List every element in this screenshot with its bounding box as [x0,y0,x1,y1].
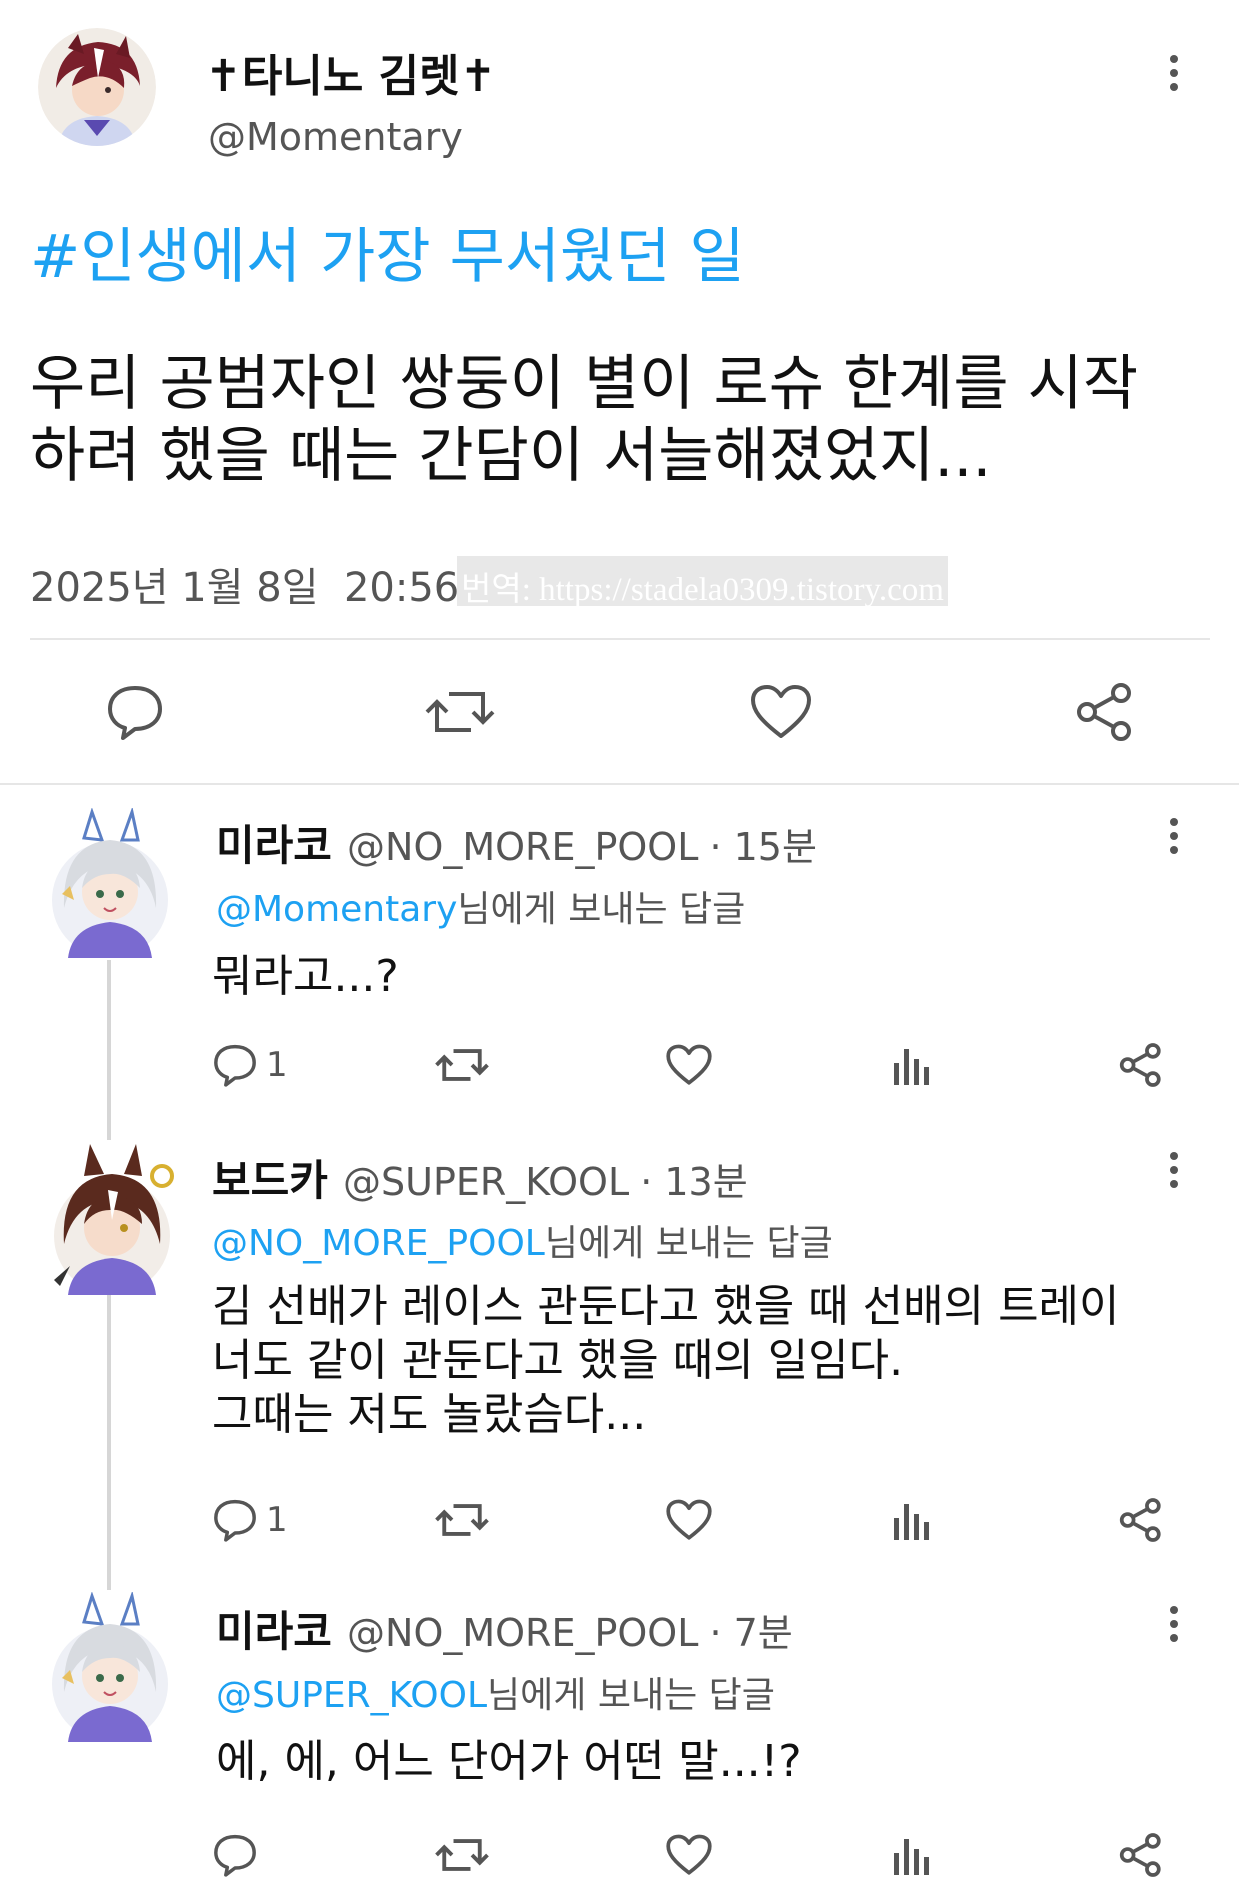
share-icon [1077,683,1131,741]
display-name[interactable]: 미라코 [216,821,332,870]
speech-bubble-icon [214,1499,256,1542]
reply-context: @Momentary님에게 보내는 답글 [216,880,745,932]
reply-body: 김 선배가 레이스 관둔다고 했을 때 선배의 트레이 너도 같이 관둔다고 했… [212,1280,1120,1442]
heart-icon [751,685,811,738]
share-button[interactable] [1116,1493,1166,1547]
reply-time: · 13분 [640,1160,748,1204]
tweet-body-line: 하려 했을 때는 간담이 서늘해졌었지... [30,421,992,491]
bar-chart-icon [894,1049,929,1085]
reply-count: 1 [266,1500,288,1540]
reply-body: 뭐라고...? [212,950,399,1004]
timestamp: 2025년 1월 8일 20:56 [30,565,460,611]
retweet-icon [435,1839,489,1871]
like-button[interactable] [664,1830,714,1880]
reply-header: 미라코 @NO_MORE_POOL · 15분 [216,812,817,873]
like-button[interactable] [746,680,816,744]
retweet-button[interactable] [432,1495,492,1545]
handle[interactable]: @SUPER_KOOL [343,1160,629,1204]
display-name[interactable]: 보드카 [212,1156,328,1205]
mention-link[interactable]: @SUPER_KOOL [216,1675,487,1716]
reply-context: @NO_MORE_POOL님에게 보내는 답글 [212,1214,833,1266]
more-options-icon[interactable] [1168,818,1180,854]
reply-context: @SUPER_KOOL님에게 보내는 답글 [216,1666,775,1718]
reply-body-line: 너도 같이 관둔다고 했을 때의 일임다. [212,1335,904,1386]
reply-header: 보드카 @SUPER_KOOL · 13분 [212,1147,748,1208]
handle[interactable]: @NO_MORE_POOL [347,825,698,869]
avatar[interactable] [50,808,170,958]
speech-bubble-icon [214,1834,256,1877]
retweet-icon [435,1504,489,1536]
handle[interactable]: @NO_MORE_POOL [347,1611,698,1655]
watermark: 번역: https://stadela0309.tistory.com [457,556,948,608]
retweet-button[interactable] [420,680,500,744]
avatar[interactable] [50,1592,170,1742]
share-button[interactable] [1116,1038,1166,1092]
share-icon [1119,1833,1161,1877]
reply-time: · 15분 [709,825,817,869]
reply-context-label: 님에게 보내는 답글 [544,1223,833,1264]
thread-line [107,1295,111,1590]
tweet-body-line: 우리 공범자인 쌍둥이 별이 로슈 한계를 시작 [30,349,1139,419]
reply-body-line: 뭐라고...? [212,951,399,1002]
heart-icon [666,1044,712,1085]
like-button[interactable] [664,1040,714,1090]
views-button[interactable] [892,1495,932,1545]
reply-body: 에, 에, 어느 단어가 어떤 말...!? [216,1735,802,1789]
bar-chart-icon [894,1504,929,1540]
reply-body-line: 에, 에, 어느 단어가 어떤 말...!? [216,1736,802,1787]
avatar[interactable] [50,1140,175,1295]
handle[interactable]: @Momentary [208,115,463,159]
like-button[interactable] [664,1495,714,1545]
views-button[interactable] [892,1830,932,1880]
display-name[interactable]: ✝타니노 김렛✝ [205,40,496,104]
share-button[interactable] [1116,1828,1166,1882]
speech-bubble-icon [108,686,162,740]
reply-header: 미라코 @NO_MORE_POOL · 7분 [216,1598,793,1659]
reply-button[interactable] [100,680,170,744]
reply-context-label: 님에게 보내는 답글 [457,889,746,930]
reply-body-line: 김 선배가 레이스 관둔다고 했을 때 선배의 트레이 [212,1281,1120,1332]
reply-count: 1 [266,1045,288,1085]
views-button[interactable] [892,1040,932,1090]
mention-link[interactable]: @Momentary [216,889,457,930]
reply-body-line: 그때는 저도 놀랐슴다... [212,1389,647,1440]
retweet-icon [435,1049,489,1081]
reply-button[interactable]: 1 [212,1040,288,1090]
avatar[interactable] [38,28,156,146]
reply-time: · 7분 [709,1611,793,1655]
more-options-icon[interactable] [1168,1606,1180,1642]
reply-button[interactable] [212,1830,266,1880]
reply-button[interactable]: 1 [212,1495,288,1545]
more-options-icon[interactable] [1168,1152,1180,1188]
heart-icon [666,1499,712,1540]
retweet-button[interactable] [432,1040,492,1090]
thread-line [107,960,111,1140]
share-icon [1119,1498,1161,1542]
bar-chart-icon [894,1839,929,1875]
more-options-icon[interactable] [1168,55,1180,91]
retweet-icon [425,692,495,732]
section-divider [0,783,1239,785]
tweet-body: 우리 공범자인 쌍둥이 별이 로슈 한계를 시작 하려 했을 때는 간담이 서늘… [30,348,1138,492]
retweet-button[interactable] [432,1830,492,1880]
share-icon [1119,1043,1161,1087]
mention-link[interactable]: @NO_MORE_POOL [212,1223,545,1264]
share-button[interactable] [1070,678,1140,746]
divider [30,638,1210,640]
display-name[interactable]: 미라코 [216,1607,332,1656]
speech-bubble-icon [214,1044,256,1087]
hashtag-link[interactable]: #인생에서 가장 무서웠던 일 [30,208,745,295]
heart-icon [666,1834,712,1875]
reply-context-label: 님에게 보내는 답글 [487,1675,775,1716]
